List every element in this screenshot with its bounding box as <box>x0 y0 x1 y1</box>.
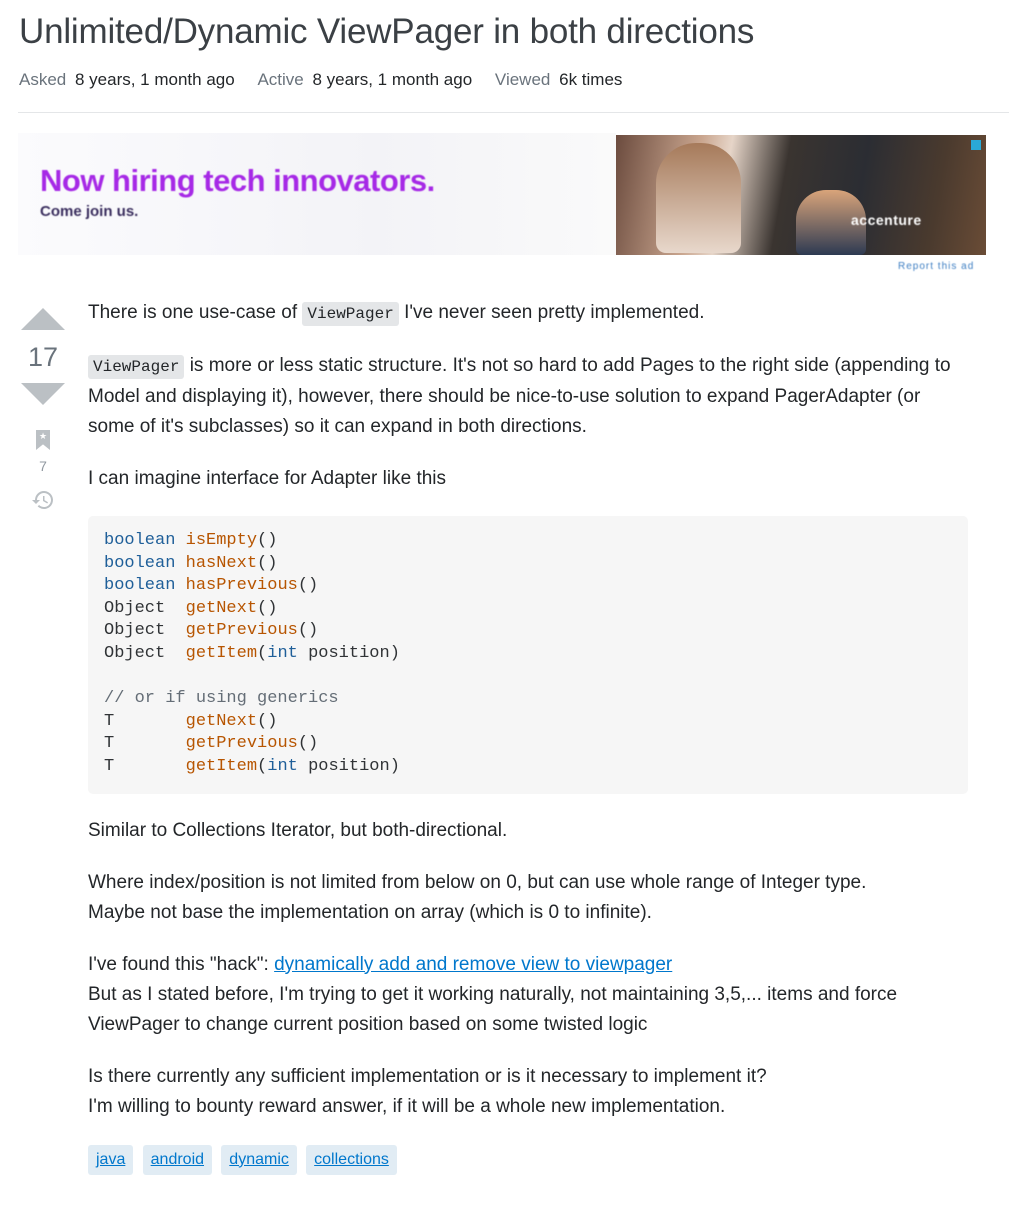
p7-line1: Is there currently any sufficient implem… <box>88 1065 767 1087</box>
tag-dynamic[interactable]: dynamic <box>221 1144 297 1175</box>
code-token: isEmpty <box>185 531 258 550</box>
code-token: Object <box>104 643 166 663</box>
active-meta: Active 8 years, 1 month ago <box>257 70 472 90</box>
code-token: getPrevious <box>185 734 298 754</box>
p1-text-post: I've never seen pretty implemented. <box>398 302 705 323</box>
body-paragraph: Is there currently any sufficient implem… <box>88 1062 968 1122</box>
asked-meta: Asked 8 years, 1 month ago <box>19 70 235 90</box>
code-token: hasNext <box>185 553 258 573</box>
asked-label: Asked <box>19 70 67 89</box>
code-token: Object <box>104 598 166 618</box>
bookmark-count: 7 <box>39 458 47 474</box>
code-token: int <box>267 643 298 663</box>
p2-text: is more or less static structure. It's n… <box>88 355 951 437</box>
body-paragraph: Similar to Collections Iterator, but bot… <box>88 819 508 841</box>
tag-collections[interactable]: collections <box>306 1144 397 1175</box>
history-icon[interactable] <box>31 488 55 512</box>
viewed-value: 6k times <box>559 70 623 89</box>
body-paragraph: ViewPager is more or less static structu… <box>88 351 968 442</box>
p7-line2: I'm willing to bounty reward answer, if … <box>88 1095 726 1117</box>
p5-line1: Where index/position is not limited from… <box>88 871 867 893</box>
inline-code: ViewPager <box>302 302 399 326</box>
body-paragraph: I've found this "hack": dynamically add … <box>88 950 968 1040</box>
tag-java[interactable]: java <box>88 1144 134 1175</box>
code-token: boolean <box>104 531 176 550</box>
inline-code: ViewPager <box>88 355 185 379</box>
code-comment: // or if using generics <box>104 689 339 709</box>
viewed-meta: Viewed 6k times <box>495 70 622 90</box>
star-icon: ★ <box>39 431 48 441</box>
p6-text-pre: I've found this "hack": <box>88 953 275 975</box>
ad-photo-person <box>656 143 741 253</box>
code-block[interactable]: boolean isEmpty() boolean hasNext() bool… <box>88 516 968 794</box>
code-token: T <box>104 711 115 731</box>
code-token: getItem <box>185 756 258 776</box>
p1-text-pre: There is one use-case of <box>88 302 303 323</box>
p6-line2: But as I stated before, I'm trying to ge… <box>88 983 898 1035</box>
code-token: getItem <box>185 643 258 663</box>
ad-headline[interactable]: Now hiring tech innovators. <box>40 163 435 199</box>
body-paragraph: Where index/position is not limited from… <box>88 868 968 928</box>
active-label: Active <box>257 70 304 89</box>
body-paragraph: There is one use-case of ViewPager I've … <box>88 298 968 329</box>
vote-controls: 17 ★ 7 <box>18 308 68 512</box>
viewed-label: Viewed <box>494 70 551 89</box>
bookmark-icon[interactable]: ★ <box>36 430 50 450</box>
tag-android[interactable]: android <box>142 1144 213 1175</box>
code-token: getPrevious <box>185 621 298 641</box>
ad-subline[interactable]: Come join us. <box>40 203 138 220</box>
header-divider <box>18 112 1009 113</box>
active-value[interactable]: 8 years, 1 month ago <box>312 70 472 89</box>
question-page: Unlimited/Dynamic ViewPager in both dire… <box>0 0 1009 1210</box>
code-token: Object <box>104 621 166 641</box>
vote-score: 17 <box>27 342 59 372</box>
question-title[interactable]: Unlimited/Dynamic ViewPager in both dire… <box>19 12 754 52</box>
ad-photo[interactable]: accenture <box>616 135 986 255</box>
code-token: boolean <box>104 553 176 573</box>
ad-report-link[interactable]: Report this ad <box>898 261 974 272</box>
body-paragraph: I can imagine interface for Adapter like… <box>88 468 447 489</box>
question-meta: Asked 8 years, 1 month ago Active 8 year… <box>19 70 640 90</box>
ad-banner[interactable]: Now hiring tech innovators. Come join us… <box>18 133 988 273</box>
code-token: boolean <box>104 576 176 596</box>
code-token: position <box>308 756 390 776</box>
code-token: getNext <box>185 711 258 731</box>
upvote-arrow-icon[interactable] <box>21 308 65 330</box>
code-token: int <box>267 756 298 776</box>
ad-logo: accenture <box>851 212 922 228</box>
code-token: T <box>104 756 115 776</box>
code-token: T <box>104 734 115 754</box>
question-body: There is one use-case of ViewPager I've … <box>88 298 968 1175</box>
asked-value[interactable]: 8 years, 1 month ago <box>75 70 235 89</box>
hack-link[interactable]: dynamically add and remove view to viewp… <box>274 954 672 975</box>
ad-choices-icon[interactable] <box>971 140 981 150</box>
code-token: getNext <box>185 598 258 618</box>
tag-list: java android dynamic collections <box>88 1144 968 1175</box>
downvote-arrow-icon[interactable] <box>21 383 65 405</box>
code-token: position <box>308 643 390 663</box>
code-token: hasPrevious <box>185 576 298 596</box>
p5-line2: Maybe not base the implementation on arr… <box>88 901 652 923</box>
